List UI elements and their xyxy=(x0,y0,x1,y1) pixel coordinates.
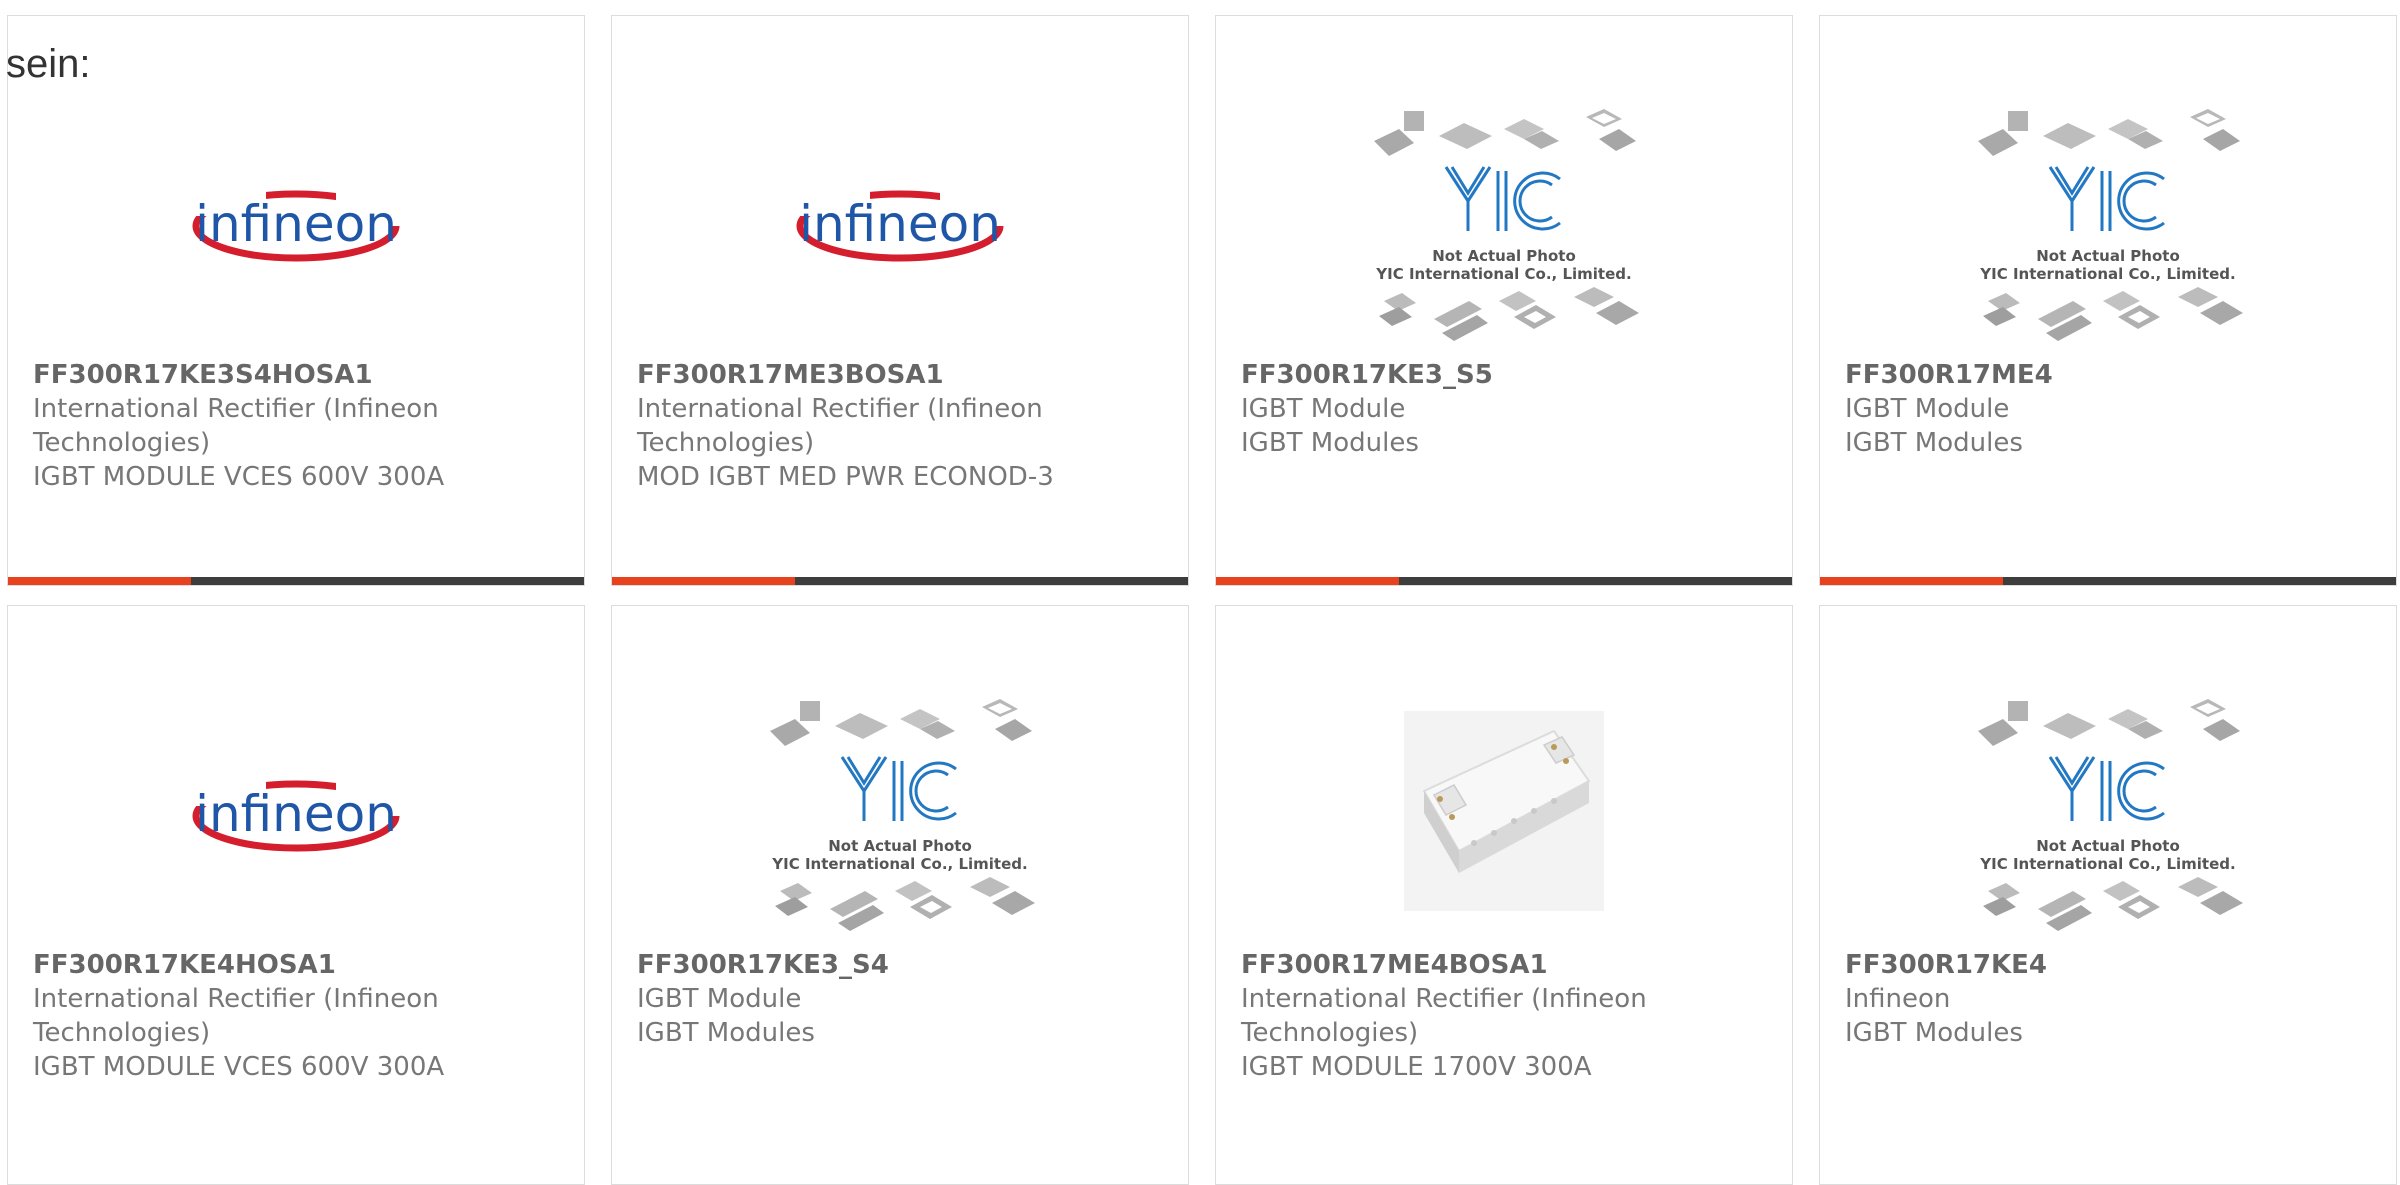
igbt-module-photo-icon xyxy=(1404,711,1604,911)
part-number[interactable]: FF300R17KE4 xyxy=(1845,948,2376,982)
manufacturer-logo: infineon xyxy=(8,96,584,346)
description: IGBT Modules xyxy=(637,1018,815,1048)
infineon-logo-icon: infineon xyxy=(186,171,406,271)
manufacturer: IGBT Module xyxy=(1241,394,1406,424)
part-number[interactable]: FF300R17KE3_S4 xyxy=(637,948,1168,982)
manufacturer-logo: infineon xyxy=(612,96,1188,346)
description: IGBT MODULE 1700V 300A xyxy=(1241,1052,1592,1082)
manufacturer: Infineon xyxy=(1845,984,1951,1014)
svg-text:infineon: infineon xyxy=(195,785,397,843)
product-card[interactable]: infineon FF300R17KE4HOSA1 International … xyxy=(7,605,585,1185)
part-number[interactable]: FF300R17KE3_S5 xyxy=(1241,358,1772,392)
product-card[interactable]: Not Actual Photo YIC International Co., … xyxy=(1819,605,2397,1185)
svg-text:Not Actual Photo: Not Actual Photo xyxy=(828,837,972,855)
card-bottom-bar xyxy=(1820,577,2396,585)
intro-text: sein: xyxy=(6,42,91,86)
manufacturer: International Rectifier (Infineon Techno… xyxy=(33,984,439,1048)
description: MOD IGBT MED PWR ECONOD-3 xyxy=(637,462,1054,492)
product-card[interactable]: Not Actual Photo YIC International Co., … xyxy=(1215,15,1793,586)
svg-text:Not Actual Photo: Not Actual Photo xyxy=(1432,247,1576,265)
svg-text:Not Actual Photo: Not Actual Photo xyxy=(2036,837,2180,855)
product-image-placeholder: Not Actual Photo YIC International Co., … xyxy=(1820,101,2396,351)
product-card[interactable]: FF300R17ME4BOSA1 International Rectifier… xyxy=(1215,605,1793,1185)
svg-text:Not Actual Photo: Not Actual Photo xyxy=(2036,247,2180,265)
product-card[interactable]: infineon FF300R17ME3BOSA1 International … xyxy=(611,15,1189,586)
svg-text:YIC International Co., Limited: YIC International Co., Limited. xyxy=(1375,265,1631,283)
part-number[interactable]: FF300R17KE3S4HOSA1 xyxy=(33,358,564,392)
manufacturer: IGBT Module xyxy=(1845,394,2010,424)
product-photo xyxy=(1216,686,1792,936)
card-bottom-bar xyxy=(612,577,1188,585)
svg-text:YIC International Co., Limited: YIC International Co., Limited. xyxy=(1979,855,2235,873)
manufacturer: International Rectifier (Infineon Techno… xyxy=(1241,984,1647,1048)
part-number[interactable]: FF300R17KE4HOSA1 xyxy=(33,948,564,982)
description: IGBT Modules xyxy=(1845,1018,2023,1048)
svg-text:infineon: infineon xyxy=(799,195,1001,253)
part-number[interactable]: FF300R17ME4BOSA1 xyxy=(1241,948,1772,982)
description: IGBT MODULE VCES 600V 300A xyxy=(33,1052,445,1082)
product-card[interactable]: infineon FF300R17KE3S4HOSA1 Internationa… xyxy=(7,15,585,586)
infineon-logo-icon: infineon xyxy=(790,171,1010,271)
svg-text:YIC International Co., Limited: YIC International Co., Limited. xyxy=(771,855,1027,873)
product-image-placeholder: Not Actual Photo YIC International Co., … xyxy=(1216,101,1792,351)
svg-text:YIC International Co., Limited: YIC International Co., Limited. xyxy=(1979,265,2235,283)
manufacturer-logo: infineon xyxy=(8,686,584,936)
manufacturer: IGBT Module xyxy=(637,984,802,1014)
yic-placeholder-icon: Not Actual Photo YIC International Co., … xyxy=(1364,101,1644,351)
product-card[interactable]: Not Actual Photo YIC International Co., … xyxy=(1819,15,2397,586)
manufacturer: International Rectifier (Infineon Techno… xyxy=(637,394,1043,458)
description: IGBT MODULE VCES 600V 300A xyxy=(33,462,445,492)
description: IGBT Modules xyxy=(1241,428,1419,458)
yic-placeholder-icon: Not Actual Photo YIC International Co., … xyxy=(760,691,1040,941)
part-number[interactable]: FF300R17ME3BOSA1 xyxy=(637,358,1168,392)
infineon-logo-icon: infineon xyxy=(186,761,406,861)
svg-text:infineon: infineon xyxy=(195,195,397,253)
part-number[interactable]: FF300R17ME4 xyxy=(1845,358,2376,392)
description: IGBT Modules xyxy=(1845,428,2023,458)
manufacturer: International Rectifier (Infineon Techno… xyxy=(33,394,439,458)
product-image-placeholder: Not Actual Photo YIC International Co., … xyxy=(1820,691,2396,941)
yic-placeholder-icon: Not Actual Photo YIC International Co., … xyxy=(1968,691,2248,941)
card-bottom-bar xyxy=(1216,577,1792,585)
product-image-placeholder: Not Actual Photo YIC International Co., … xyxy=(612,691,1188,941)
product-card[interactable]: Not Actual Photo YIC International Co., … xyxy=(611,605,1189,1185)
yic-placeholder-icon: Not Actual Photo YIC International Co., … xyxy=(1968,101,2248,351)
card-bottom-bar xyxy=(8,577,584,585)
